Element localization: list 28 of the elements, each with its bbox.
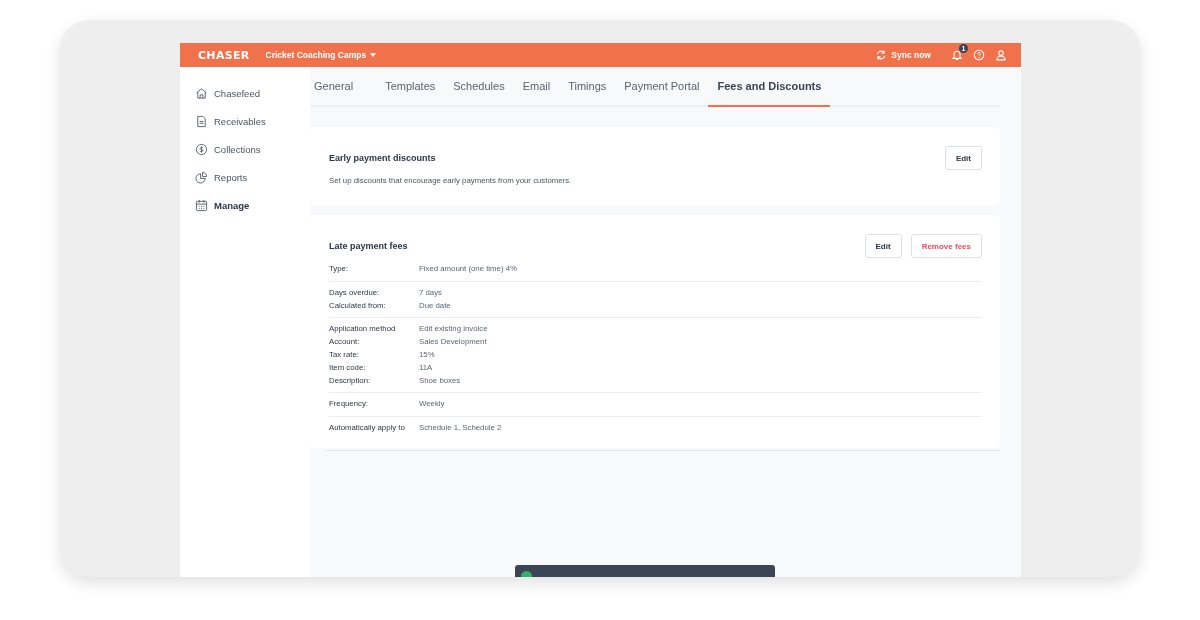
help-icon[interactable] (973, 49, 985, 61)
logo: CHASER (198, 48, 250, 62)
tab[interactable]: Email (513, 67, 560, 107)
sidebar-item[interactable]: Chasefeed (180, 79, 310, 107)
pie-chart-icon (195, 170, 208, 184)
card-title: Late payment fees (329, 241, 408, 251)
bell-icon[interactable] (951, 49, 963, 61)
caret-icon (370, 53, 377, 57)
tab[interactable]: Fees and Discounts (708, 67, 831, 107)
home-icon (195, 86, 208, 100)
tab[interactable]: General (310, 67, 363, 107)
remove-button[interactable]: Remove fees (910, 234, 982, 258)
sidebar-item[interactable]: Reports (180, 163, 310, 191)
document-icon (195, 114, 208, 128)
dollar-icon (195, 142, 208, 156)
sidebar-item[interactable]: Receivables (180, 107, 310, 135)
sync-icon (875, 49, 888, 61)
card-title: Early payment discounts (329, 153, 436, 163)
sidebar-item[interactable]: Manage (180, 191, 310, 219)
sidebar-item[interactable]: Collections (180, 135, 310, 163)
tab[interactable]: Payment Portal (615, 67, 709, 107)
user-icon[interactable] (995, 49, 1007, 61)
tab[interactable]: Schedules (444, 67, 514, 107)
tab[interactable]: Timings (559, 67, 616, 107)
calendar-icon (195, 198, 208, 212)
tab[interactable]: Templates (376, 67, 445, 107)
edit-button[interactable]: Edit (864, 234, 902, 258)
edit-button[interactable]: Edit (944, 146, 982, 170)
